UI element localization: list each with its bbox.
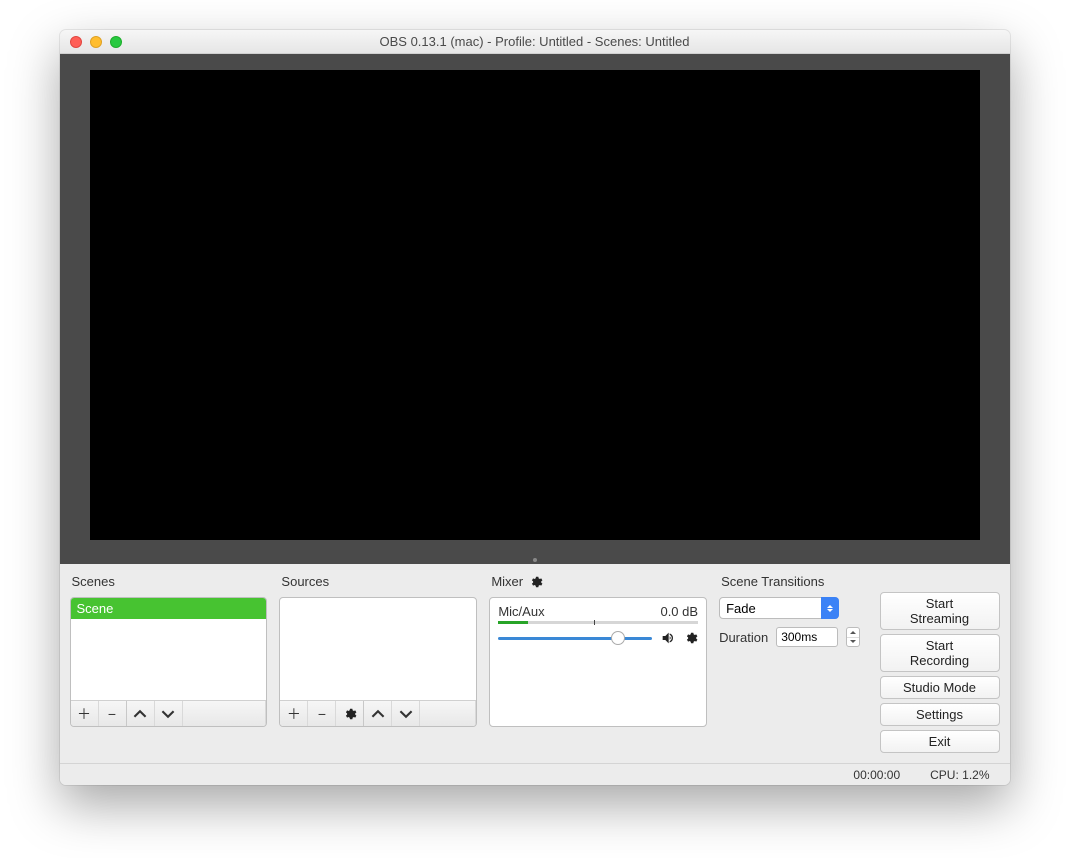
chevron-up-icon xyxy=(133,707,147,721)
transitions-panel: Scene Transitions Duration xyxy=(719,570,867,727)
sources-panel: Sources ＋ − xyxy=(279,570,477,727)
list-item[interactable]: Scene xyxy=(71,598,267,619)
mixer-settings-button[interactable] xyxy=(529,575,543,589)
select-arrows-icon xyxy=(821,597,839,619)
speaker-icon xyxy=(660,630,676,646)
mixer-channel-db: 0.0 dB xyxy=(660,604,698,619)
vu-meter xyxy=(498,621,698,624)
chevron-up-icon xyxy=(371,707,385,721)
zoom-window-button[interactable] xyxy=(110,36,122,48)
move-scene-down-button[interactable] xyxy=(155,701,183,726)
minus-icon: − xyxy=(318,706,326,722)
splitter-grip[interactable] xyxy=(60,556,1010,564)
gear-icon xyxy=(684,631,698,645)
status-time: 00:00:00 xyxy=(853,768,900,782)
app-window: OBS 0.13.1 (mac) - Profile: Untitled - S… xyxy=(60,30,1010,785)
sources-toolbar: ＋ − xyxy=(280,700,476,726)
window-title: OBS 0.13.1 (mac) - Profile: Untitled - S… xyxy=(60,34,1010,49)
scenes-panel: Scenes Scene ＋ − xyxy=(70,570,268,727)
transition-select[interactable] xyxy=(719,597,839,619)
chevron-down-icon xyxy=(161,707,175,721)
minimize-window-button[interactable] xyxy=(90,36,102,48)
exit-button[interactable]: Exit xyxy=(880,730,1000,753)
scenes-toolbar: ＋ − xyxy=(71,700,267,726)
duration-stepper[interactable] xyxy=(846,627,860,647)
preview-area xyxy=(60,54,1010,556)
stepper-down-icon[interactable] xyxy=(847,638,859,647)
start-recording-button[interactable]: Start Recording xyxy=(880,634,1000,672)
chevron-down-icon xyxy=(399,707,413,721)
scenes-list-body[interactable]: Scene xyxy=(71,598,267,700)
minus-icon: − xyxy=(108,706,116,722)
add-scene-button[interactable]: ＋ xyxy=(71,701,99,726)
sources-header: Sources xyxy=(279,570,477,597)
plus-icon: ＋ xyxy=(287,704,301,724)
control-buttons: Start Streaming Start Recording Studio M… xyxy=(880,592,1000,753)
remove-scene-button[interactable]: − xyxy=(99,701,127,726)
transitions-header: Scene Transitions xyxy=(719,570,867,597)
settings-button[interactable]: Settings xyxy=(880,703,1000,726)
mixer-box: Mic/Aux 0.0 dB xyxy=(489,597,707,727)
studio-mode-button[interactable]: Studio Mode xyxy=(880,676,1000,699)
mixer-title: Mixer xyxy=(491,574,523,589)
start-streaming-button[interactable]: Start Streaming xyxy=(880,592,1000,630)
statusbar: 00:00:00 CPU: 1.2% xyxy=(60,763,1010,785)
duration-label: Duration xyxy=(719,630,768,645)
move-source-up-button[interactable] xyxy=(364,701,392,726)
mixer-channel-name: Mic/Aux xyxy=(498,604,544,619)
panels-row: Scenes Scene ＋ − xyxy=(60,564,1010,763)
channel-settings-button[interactable] xyxy=(684,631,698,645)
sources-list-body[interactable] xyxy=(280,598,476,700)
gear-icon xyxy=(529,575,543,589)
mixer-panel: Mixer Mic/Aux 0.0 dB xyxy=(489,570,707,727)
preview-canvas[interactable] xyxy=(90,70,980,540)
close-window-button[interactable] xyxy=(70,36,82,48)
duration-input[interactable] xyxy=(776,627,838,647)
gear-icon xyxy=(343,707,357,721)
stepper-up-icon[interactable] xyxy=(847,628,859,638)
add-source-button[interactable]: ＋ xyxy=(280,701,308,726)
traffic-lights xyxy=(60,36,122,48)
titlebar: OBS 0.13.1 (mac) - Profile: Untitled - S… xyxy=(60,30,1010,54)
mixer-header: Mixer xyxy=(489,570,707,597)
move-scene-up-button[interactable] xyxy=(127,701,155,726)
move-source-down-button[interactable] xyxy=(392,701,420,726)
scenes-header: Scenes xyxy=(70,570,268,597)
remove-source-button[interactable]: − xyxy=(308,701,336,726)
source-properties-button[interactable] xyxy=(336,701,364,726)
volume-slider[interactable] xyxy=(498,630,652,646)
plus-icon: ＋ xyxy=(77,704,91,724)
scenes-listbox[interactable]: Scene ＋ − xyxy=(70,597,268,727)
mute-button[interactable] xyxy=(660,630,676,646)
status-cpu: CPU: 1.2% xyxy=(930,768,989,782)
sources-listbox[interactable]: ＋ − xyxy=(279,597,477,727)
